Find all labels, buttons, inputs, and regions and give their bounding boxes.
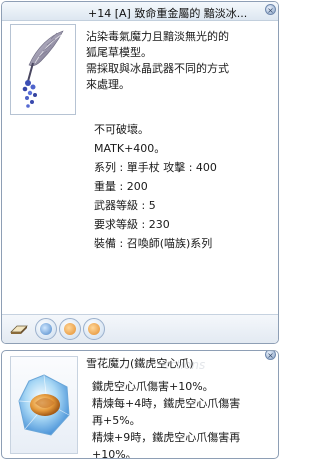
description-line: 來處理。 xyxy=(86,78,130,91)
item-description-window: +14 [A] 致命重金屬的 黯淡冰... × 沾染毒氣魔力且黯淡無光的的 狐尾… xyxy=(1,1,279,344)
stat-type-attack: 系列 : 單手杖 攻擊 : 400 xyxy=(94,161,217,174)
stat-required-level: 要求等級 : 230 xyxy=(94,218,170,231)
card-slot-icon[interactable] xyxy=(83,318,105,340)
card-slot-icon[interactable] xyxy=(35,318,57,340)
description-line: 狐尾草模型。 xyxy=(86,46,152,59)
stat-indestructible: 不可破壞。 xyxy=(94,123,149,136)
card-title: 雪花魔力(鐵虎空心爪) xyxy=(86,357,194,370)
item-window-titlebar[interactable]: +14 [A] 致命重金屬的 黯淡冰... × xyxy=(2,2,278,21)
book-icon[interactable] xyxy=(10,323,28,335)
description-line: 沾染毒氣魔力且黯淡無光的的 xyxy=(86,30,229,43)
foxtail-staff-icon xyxy=(22,30,64,108)
snowflake-gem-icon xyxy=(18,374,70,436)
card-effect-line: 精煉每+4時，鐵虎空心爪傷害 xyxy=(92,397,241,410)
stat-matk: MATK+400。 xyxy=(94,142,166,155)
item-slot-bar xyxy=(2,314,278,343)
item-illustration xyxy=(10,24,76,115)
card-description-window: ections 雪花魔力(鐵虎空心爪) × 鐵虎空心爪傷害+10%。 精煉每+4… xyxy=(1,350,279,459)
stat-weight: 重量 : 200 xyxy=(94,180,148,193)
stat-weapon-level: 武器等級 : 5 xyxy=(94,199,156,212)
item-stats: 不可破壞。 MATK+400。 系列 : 單手杖 攻擊 : 400 重量 : 2… xyxy=(94,120,274,253)
close-icon[interactable]: × xyxy=(265,4,276,15)
card-effect-line: +10%。 xyxy=(92,448,137,459)
card-effect-text: 鐵虎空心爪傷害+10%。 精煉每+4時，鐵虎空心爪傷害 再+5%。 精煉+9時，… xyxy=(92,378,268,459)
stat-equip-class: 裝備 : 召喚師(喵族)系列 xyxy=(94,237,213,250)
card-illustration xyxy=(10,356,78,454)
card-slot-icon[interactable] xyxy=(59,318,81,340)
card-effect-line: 精煉+9時，鐵虎空心爪傷害再 xyxy=(92,431,241,444)
card-effect-line: 再+5%。 xyxy=(92,414,141,427)
card-effect-line: 鐵虎空心爪傷害+10%。 xyxy=(92,380,214,393)
item-description: 沾染毒氣魔力且黯淡無光的的 狐尾草模型。 需採取與冰晶武器不同的方式 來處理。 xyxy=(86,29,270,93)
item-window-title: +14 [A] 致命重金屬的 黯淡冰... xyxy=(88,7,248,20)
close-icon[interactable]: × xyxy=(265,351,276,360)
description-line: 需採取與冰晶武器不同的方式 xyxy=(86,62,229,75)
